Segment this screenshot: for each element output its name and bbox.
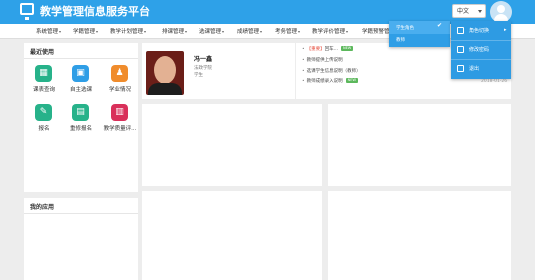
notice-item[interactable]: • 教师成绩录入说明 NEW	[302, 78, 358, 84]
shortcut-course-selection[interactable]: ▣ 自主选课	[62, 65, 100, 99]
notice-item[interactable]: • 选课学生信息说明（教师）	[302, 68, 361, 74]
change-password-menu-item[interactable]: 修改密码	[451, 40, 511, 59]
shortcut-schedule-query[interactable]: ▦ 课表查询	[25, 65, 63, 99]
recent-use-panel: 最近使用 ▦ 课表查询 ▣ 自主选课 ♟ 学业情况 ✎ 报名 ▤ 重修报名 ▥ …	[24, 43, 138, 192]
language-value: 中文	[457, 8, 470, 15]
switch-role-menu-item[interactable]: 角色切换 ▸	[451, 21, 511, 40]
profile-role: 学生	[194, 73, 203, 78]
caret-down-icon	[222, 30, 225, 33]
divider	[24, 58, 138, 59]
check-icon: ✔	[437, 22, 443, 29]
profile-photo	[146, 51, 184, 95]
nav-exams[interactable]: 考务管理	[275, 27, 301, 35]
shortcut-retake-signup[interactable]: ▤ 重修报名	[62, 104, 100, 138]
chevron-right-icon: ▸	[504, 27, 507, 33]
logout-menu-item[interactable]: 退出	[451, 59, 511, 78]
chevron-down-icon	[478, 10, 482, 13]
evaluation-icon: ▥	[111, 104, 128, 121]
content-panel	[328, 191, 511, 280]
profile-department: 法政学院	[194, 66, 212, 71]
profile-panel: 冯一鑫 法政学院 学生	[142, 43, 295, 99]
caret-down-icon	[59, 30, 62, 33]
my-apps-panel: 我的应用	[24, 198, 158, 280]
person-icon: ♟	[111, 65, 128, 82]
caret-down-icon	[260, 30, 263, 33]
switch-icon	[457, 27, 464, 34]
role-option-student[interactable]: 学生角色 ✔	[389, 21, 450, 34]
divider	[24, 213, 138, 214]
nav-plan[interactable]: 教学计划管理	[110, 27, 147, 35]
nav-system[interactable]: 系统管理	[36, 27, 62, 35]
nav-status[interactable]: 学籍管理	[73, 27, 99, 35]
select-course-icon: ▣	[72, 65, 89, 82]
caret-down-icon	[298, 30, 301, 33]
content-panel	[142, 191, 322, 280]
panel-title: 我的应用	[30, 204, 55, 211]
notice-item[interactable]: • 教师提供上传说明	[302, 57, 343, 63]
caret-down-icon	[185, 30, 188, 33]
role-dropdown: 学生角色 ✔ 教师	[389, 21, 450, 47]
new-badge: NEW	[340, 46, 354, 51]
retake-icon: ▤	[72, 104, 89, 121]
nav-grades[interactable]: 成绩管理	[237, 27, 263, 35]
new-badge: NEW	[345, 78, 358, 83]
content-panel	[328, 104, 511, 186]
shortcut-teaching-evaluation[interactable]: ▥ 教学质量评...	[101, 104, 139, 138]
nav-course-selection[interactable]: 选课管理	[199, 27, 225, 35]
monitor-logo-icon	[20, 3, 34, 20]
language-select[interactable]: 中文	[452, 4, 486, 18]
caret-down-icon	[144, 30, 147, 33]
profile-name: 冯一鑫	[194, 56, 213, 63]
nav-schedule[interactable]: 排课管理	[162, 27, 188, 35]
content-panel	[142, 104, 322, 186]
caret-down-icon	[346, 30, 349, 33]
calendar-icon: ▦	[35, 65, 52, 82]
signup-icon: ✎	[35, 104, 52, 121]
nav-evaluation[interactable]: 教学评价管理	[312, 27, 349, 35]
user-menu: 角色切换 ▸ 修改密码 退出	[451, 21, 511, 79]
role-option-teacher[interactable]: 教师	[396, 37, 405, 43]
notice-date: 2018-01-26	[481, 79, 508, 84]
panel-title: 最近使用	[30, 49, 55, 56]
shortcut-signup[interactable]: ✎ 报名	[25, 104, 63, 138]
caret-down-icon	[96, 30, 99, 33]
edit-icon	[457, 46, 464, 53]
logout-icon	[457, 65, 464, 72]
user-avatar-button[interactable]	[490, 1, 512, 23]
app-title: 教学管理信息服务平台	[40, 5, 150, 18]
shortcut-academic-status[interactable]: ♟ 学业情况	[101, 65, 139, 99]
notice-item[interactable]: • 【重要】回车... NEW	[302, 46, 354, 52]
